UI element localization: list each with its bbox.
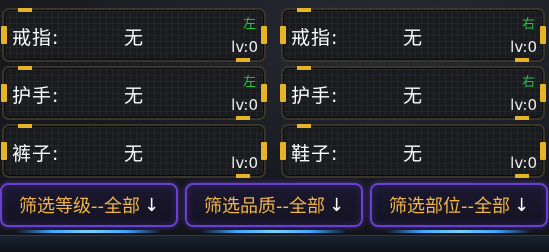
slot-corner-decoration (297, 66, 311, 70)
slot-corner-decoration (18, 66, 32, 70)
slot-value: 无 (124, 143, 144, 165)
equipment-slot-shoes[interactable]: 鞋子: 无 lv:0 (280, 124, 546, 178)
arrow-down-icon: ↓ (328, 194, 345, 216)
slot-corner-decoration (297, 8, 311, 12)
slot-corner-decoration (515, 58, 529, 62)
equipment-slot-pants[interactable]: 裤子: 无 lv:0 (1, 124, 267, 178)
slot-level: lv:0 (510, 38, 537, 56)
slot-value: 无 (124, 85, 144, 107)
slot-label: 戒指: (291, 27, 339, 49)
slot-corner-decoration (236, 116, 250, 120)
filter-part-label: 筛选部位--全部 (388, 196, 510, 217)
slot-corner-decoration (515, 174, 529, 178)
slot-label: 戒指: (12, 27, 60, 49)
arrow-down-icon: ↓ (513, 194, 530, 216)
filter-part-button[interactable]: 筛选部位--全部 ↓ (370, 183, 548, 233)
slot-corner-decoration (515, 116, 529, 120)
slot-side-indicator: 左 (242, 75, 256, 90)
slot-corner-decoration (18, 124, 32, 128)
equipment-slot-gloves-left[interactable]: 左 护手: 无 lv:0 (1, 66, 267, 120)
slot-label: 裤子: (12, 143, 60, 165)
slot-level: lv:0 (231, 96, 258, 114)
bottom-decoration-bar (0, 235, 549, 252)
slot-corner-decoration (297, 124, 311, 128)
button-glow-decoration (16, 230, 162, 233)
slot-value: 无 (403, 143, 423, 165)
slot-label: 鞋子: (291, 143, 339, 165)
slot-side-indicator: 左 (242, 17, 256, 32)
arrow-down-icon: ↓ (143, 194, 160, 216)
filter-level-label: 筛选等级--全部 (18, 196, 140, 217)
slot-level: lv:0 (510, 154, 537, 172)
button-glow-decoration (201, 230, 347, 233)
filter-quality-label: 筛选品质--全部 (203, 196, 325, 217)
slot-corner-decoration (18, 8, 32, 12)
slot-side-indicator: 右 (521, 75, 535, 90)
slot-level: lv:0 (231, 154, 258, 172)
filter-quality-button[interactable]: 筛选品质--全部 ↓ (185, 183, 363, 233)
slot-value: 无 (403, 85, 423, 107)
slot-label: 护手: (291, 85, 339, 107)
slot-value: 无 (124, 27, 144, 49)
slot-level: lv:0 (510, 96, 537, 114)
slot-side-indicator: 右 (521, 17, 535, 32)
button-glow-decoration (386, 230, 532, 233)
slot-level: lv:0 (231, 38, 258, 56)
filter-level-button[interactable]: 筛选等级--全部 ↓ (0, 183, 178, 233)
equipment-slot-ring-left[interactable]: 左 戒指: 无 lv:0 (1, 8, 267, 62)
slot-value: 无 (403, 27, 423, 49)
equipment-slot-gloves-right[interactable]: 右 护手: 无 lv:0 (280, 66, 546, 120)
equipment-slot-ring-right[interactable]: 右 戒指: 无 lv:0 (280, 8, 546, 62)
slot-corner-decoration (236, 58, 250, 62)
slot-corner-decoration (236, 174, 250, 178)
slot-label: 护手: (12, 85, 60, 107)
